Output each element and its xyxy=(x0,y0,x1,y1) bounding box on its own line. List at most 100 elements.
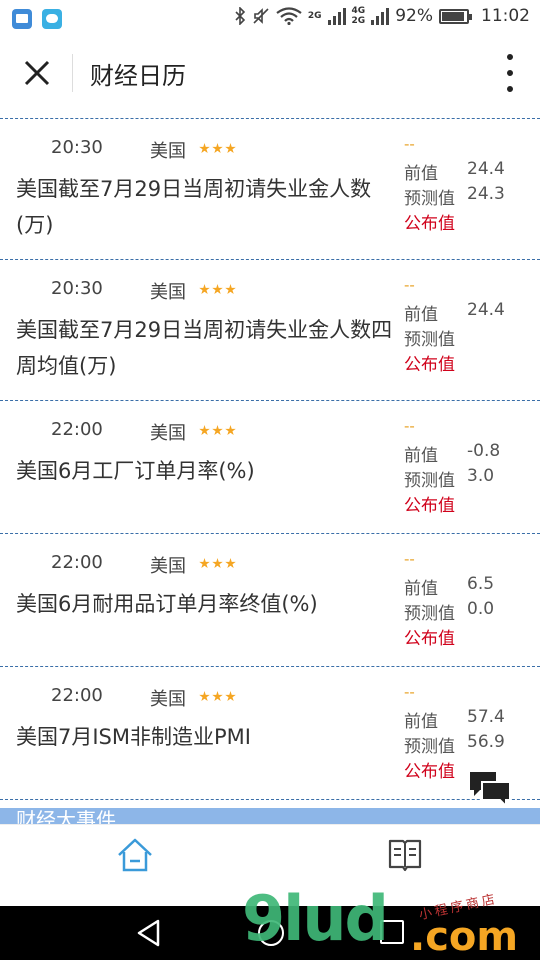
network-type-stack: 4G 2G xyxy=(352,6,366,26)
event-country: 美国 xyxy=(150,423,186,444)
star-icon xyxy=(199,143,210,154)
recent-apps-icon[interactable] xyxy=(380,920,404,944)
event-name: 美国截至7月29日当周初请失业金人数(万) xyxy=(16,177,372,237)
published-label: 公布值 xyxy=(404,629,455,649)
previous-value-row: 前值 24.4 xyxy=(404,300,505,325)
message-notification-icon xyxy=(42,9,62,29)
previous-value-row: 前值 24.4 xyxy=(404,159,505,184)
chat-bubbles-icon[interactable] xyxy=(468,770,512,808)
event-item[interactable]: 22:00 美国 美国7月ISM非制造业PMI -- 前值 57.4 预测值 56.… xyxy=(0,666,540,800)
star-icon xyxy=(212,284,223,295)
event-status: -- xyxy=(404,135,415,153)
published-value-row: 公布值 xyxy=(404,350,467,375)
event-time: 22:00 xyxy=(51,419,103,440)
event-time: 22:00 xyxy=(51,552,103,573)
back-triangle-icon[interactable] xyxy=(136,919,162,947)
wifi-icon xyxy=(276,7,302,25)
more-vertical-icon[interactable] xyxy=(504,54,516,92)
previous-label: 前值 xyxy=(404,164,438,184)
forecast-label: 预测值 xyxy=(404,604,455,624)
importance-stars xyxy=(199,425,236,436)
published-label: 公布值 xyxy=(404,762,455,782)
close-icon[interactable] xyxy=(20,56,54,90)
previous-label: 前值 xyxy=(404,712,438,732)
previous-label: 前值 xyxy=(404,305,438,325)
event-name: 美国6月工厂订单月率(%) xyxy=(16,459,255,483)
star-icon xyxy=(199,284,210,295)
star-icon xyxy=(199,558,210,569)
star-icon xyxy=(212,425,223,436)
bluetooth-icon xyxy=(235,7,246,25)
event-name: 美国6月耐用品订单月率终值(%) xyxy=(16,592,318,616)
event-country: 美国 xyxy=(150,282,186,303)
star-icon xyxy=(225,425,236,436)
event-name: 美国7月ISM非制造业PMI xyxy=(16,725,251,749)
bottom-tab-bar xyxy=(0,824,540,906)
battery-percent: 92% xyxy=(395,6,433,26)
forecast-value-row: 预测值 xyxy=(404,325,467,350)
star-icon xyxy=(212,143,223,154)
published-value-row: 公布值 xyxy=(404,209,467,234)
event-item[interactable]: 20:30 美国 美国截至7月29日当周初请失业金人数(万) -- 前值 24.4… xyxy=(0,118,540,259)
star-icon xyxy=(212,691,223,702)
previous-value-row: 前值 -0.8 xyxy=(404,441,500,466)
signal-icon-2 xyxy=(371,7,390,25)
forecast-value-row: 预测值 3.0 xyxy=(404,466,494,491)
gallery-notification-icon xyxy=(12,9,32,29)
published-label: 公布值 xyxy=(404,496,455,516)
event-status: -- xyxy=(404,276,415,294)
event-status: -- xyxy=(404,550,415,568)
forecast-value-row: 预测值 0.0 xyxy=(404,599,494,624)
home-icon[interactable] xyxy=(116,837,154,873)
event-item[interactable]: 22:00 美国 美国6月耐用品订单月率终值(%) -- 前值 6.5 预测值 0.… xyxy=(0,533,540,666)
battery-fill xyxy=(442,11,465,21)
header-divider xyxy=(72,54,73,92)
signal-icon xyxy=(327,7,346,25)
page-title: 财经日历 xyxy=(90,62,186,90)
importance-stars xyxy=(199,143,236,154)
section-header-strip: 财经大事件 xyxy=(0,808,540,824)
mute-icon xyxy=(253,8,269,24)
star-icon xyxy=(225,284,236,295)
importance-stars xyxy=(199,691,236,702)
event-status: -- xyxy=(404,683,415,701)
previous-value: -0.8 xyxy=(467,441,501,461)
event-time: 20:30 xyxy=(51,137,103,158)
event-country: 美国 xyxy=(150,689,186,710)
event-status: -- xyxy=(404,417,415,435)
star-icon xyxy=(199,691,210,702)
published-value-row: 公布值 xyxy=(404,624,467,649)
event-country: 美国 xyxy=(150,556,186,577)
network-type-3: 2G xyxy=(351,16,366,26)
network-type-2: 4G xyxy=(351,6,366,16)
published-label: 公布值 xyxy=(404,214,455,234)
clock: 11:02 xyxy=(481,6,530,26)
forecast-value-row: 预测值 24.3 xyxy=(404,184,505,209)
forecast-value: 0.0 xyxy=(467,599,495,619)
status-bar: 2G 4G 2G 92% 11:02 xyxy=(0,0,540,38)
app-header: 财经日历 xyxy=(0,38,540,108)
forecast-label: 预测值 xyxy=(404,471,455,491)
battery-icon xyxy=(439,8,472,24)
network-type-1: 2G xyxy=(307,11,322,21)
forecast-value: 24.3 xyxy=(467,184,505,204)
home-circle-icon[interactable] xyxy=(258,920,284,946)
calendar-event-list[interactable]: 20:30 美国 美国截至7月29日当周初请失业金人数(万) -- 前值 24.4… xyxy=(0,108,540,808)
system-indicators: 2G 4G 2G 92% 11:02 xyxy=(234,6,530,26)
event-time: 22:00 xyxy=(51,685,103,706)
previous-value: 24.4 xyxy=(467,159,505,179)
event-item[interactable]: 22:00 美国 美国6月工厂订单月率(%) -- 前值 -0.8 预测值 3.0 … xyxy=(0,400,540,533)
previous-value: 6.5 xyxy=(467,574,495,594)
forecast-value: 3.0 xyxy=(467,466,495,486)
forecast-value-row: 预测值 56.9 xyxy=(404,732,505,757)
previous-label: 前值 xyxy=(404,579,438,599)
star-icon xyxy=(212,558,223,569)
previous-value: 57.4 xyxy=(467,707,505,727)
published-value-row: 公布值 xyxy=(404,757,467,782)
event-item[interactable]: 20:30 美国 美国截至7月29日当周初请失业金人数四周均值(万) -- 前值… xyxy=(0,259,540,400)
forecast-label: 预测值 xyxy=(404,330,455,350)
book-icon[interactable] xyxy=(386,837,424,873)
star-icon xyxy=(225,691,236,702)
published-label: 公布值 xyxy=(404,355,455,375)
forecast-value: 56.9 xyxy=(467,732,505,752)
